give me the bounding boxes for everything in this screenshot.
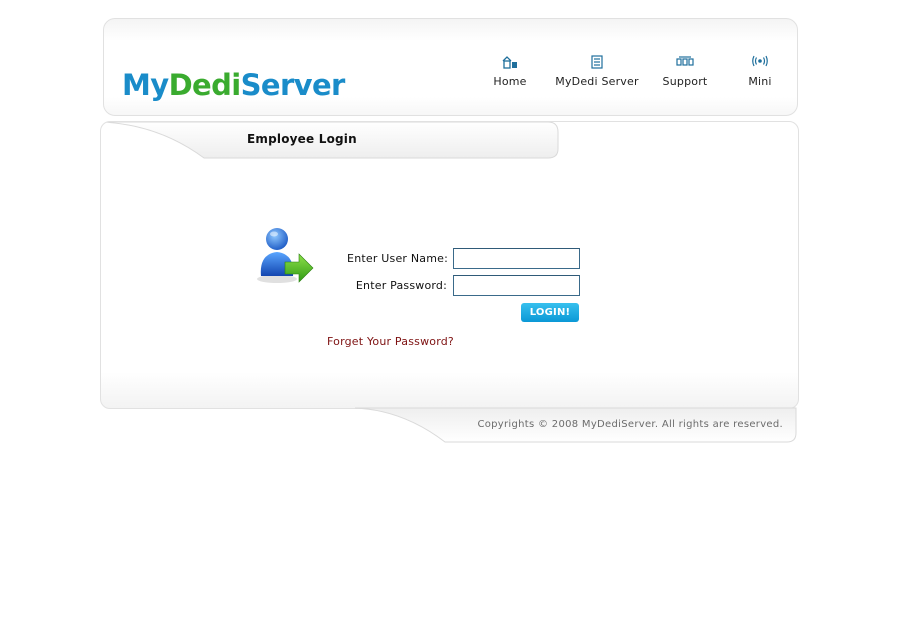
forgot-password-link[interactable]: Forget Your Password?: [327, 335, 454, 348]
wireless-icon: [744, 55, 776, 71]
user-login-icon: [255, 224, 315, 290]
nav-mini-label: Mini: [748, 75, 772, 88]
logo-part-server: Server: [240, 68, 346, 102]
nav-mini[interactable]: Mini: [744, 55, 776, 88]
copyright-text: Copyrights © 2008 MyDediServer. All righ…: [477, 419, 783, 430]
logo-part-dedi: Dedi: [168, 68, 242, 102]
login-button[interactable]: LOGIN!: [521, 303, 579, 322]
site-logo[interactable]: MyDediServer: [122, 65, 345, 105]
password-input[interactable]: [453, 275, 580, 296]
panel-title: Employee Login: [247, 132, 357, 146]
nav-mydedi-server-label: MyDedi Server: [555, 75, 639, 88]
username-input[interactable]: [453, 248, 580, 269]
nav-support[interactable]: Support: [660, 55, 710, 88]
server-icon: [555, 55, 639, 71]
logo-part-my: My: [122, 68, 169, 102]
nav-support-label: Support: [662, 75, 708, 88]
nav-home-label: Home: [493, 75, 527, 88]
nav-mydedi-server[interactable]: MyDedi Server: [555, 55, 639, 88]
site-header: MyDediServer Home MyDedi Server Support …: [103, 18, 798, 116]
nav-home[interactable]: Home: [490, 55, 530, 88]
support-icon: [660, 55, 710, 71]
login-panel: Employee Login Enter User Name: Enter Pa…: [100, 121, 799, 409]
password-label: Enter Password:: [355, 279, 447, 292]
home-icon: [490, 55, 530, 71]
username-label: Enter User Name:: [347, 252, 448, 265]
